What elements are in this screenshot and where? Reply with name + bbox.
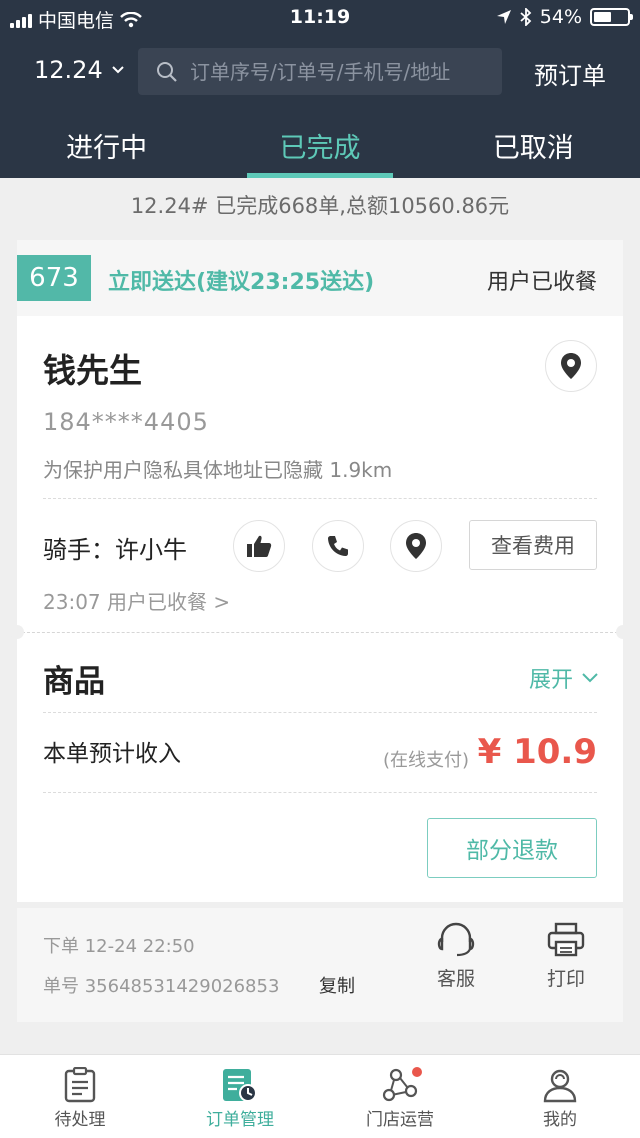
search-box[interactable]: [138, 48, 502, 95]
thumbs-up-icon: [247, 535, 272, 557]
chevron-down-icon: [582, 673, 598, 683]
top-header: 中国电信 11:19 54% 12.24 订单序号/订单号/手机号/地址 预订单…: [0, 0, 640, 178]
copy-button[interactable]: 复制: [319, 972, 355, 998]
rider-call-button[interactable]: [312, 520, 364, 572]
order-tabs: 进行中 已完成 已取消: [0, 110, 640, 178]
search-input[interactable]: [190, 59, 490, 84]
rider-info: 骑手：许小牛: [43, 530, 187, 565]
ticket-notch-right: [616, 625, 630, 639]
partial-refund-button[interactable]: 部分退款: [427, 818, 597, 878]
nav-label-order-management: 订单管理: [206, 1110, 274, 1130]
battery-fill: [594, 12, 612, 22]
order-card-header: 673 立即送达(建议23:25送达) 用户已收餐: [17, 240, 623, 316]
notification-dot: [412, 1067, 422, 1077]
order-id: 单号 35648531429026853: [43, 976, 280, 997]
status-right: 54%: [496, 6, 633, 28]
customer-service-button[interactable]: 客服: [421, 922, 491, 991]
pre-order-button[interactable]: 预订单: [534, 56, 606, 91]
tab-cancelled[interactable]: 已取消: [427, 110, 640, 178]
divider: [43, 792, 597, 793]
tab-in-progress[interactable]: 进行中: [0, 110, 213, 178]
income-label: 本单预计收入: [43, 741, 181, 767]
rider-location-button[interactable]: [390, 520, 442, 572]
location-arrow-icon: [496, 10, 511, 24]
printer-icon: [547, 922, 585, 957]
location-pin-icon: [561, 353, 581, 379]
battery-icon: [590, 8, 633, 26]
profile-icon: [543, 1069, 577, 1103]
expand-label: 展开: [528, 668, 573, 693]
ticket-notch-left: [10, 625, 24, 639]
nav-item-store-operation[interactable]: 门店运营: [320, 1055, 480, 1138]
delivery-time: 立即送达(建议23:25送达): [108, 270, 375, 295]
customer-service-label: 客服: [436, 968, 475, 990]
ticket-divider: [17, 632, 623, 633]
print-label: 打印: [546, 968, 585, 990]
bottom-nav: 待处理 订单管理 门店运营 我的: [0, 1054, 640, 1138]
nav-label-pending: 待处理: [54, 1110, 106, 1130]
customer-name: 钱先生: [43, 351, 142, 390]
order-card-footer: 下单 12-24 22:50 单号 35648531429026853 复制 客…: [17, 908, 623, 1022]
chevron-down-icon: [112, 66, 124, 74]
order-timeline-link[interactable]: 23:07 用户已收餐 >: [43, 586, 230, 615]
customer-location-button[interactable]: [545, 340, 597, 392]
nav-label-store-operation: 门店运营: [366, 1110, 434, 1130]
rider-label: 骑手：: [43, 536, 115, 564]
tab-completed[interactable]: 已完成: [213, 110, 426, 178]
divider: [43, 712, 597, 713]
battery-percent: 54%: [539, 6, 582, 28]
view-fee-button[interactable]: 查看费用: [469, 520, 597, 570]
order-number-badge: 673: [17, 255, 91, 301]
toolbar: 12.24 预订单: [0, 48, 640, 96]
clipboard-icon: [64, 1067, 96, 1103]
status-bar: 中国电信 11:19 54%: [0, 0, 640, 36]
nav-item-pending[interactable]: 待处理: [0, 1055, 160, 1138]
date-selector[interactable]: 12.24: [34, 56, 125, 84]
order-time: 下单 12-24 22:50: [43, 936, 195, 957]
income-amount: ¥ 10.9: [477, 732, 597, 772]
order-manage-icon: [223, 1069, 257, 1102]
expand-goods-button[interactable]: 展开: [529, 662, 599, 694]
nav-item-order-management[interactable]: 订单管理: [160, 1055, 320, 1138]
search-icon: [157, 61, 177, 82]
nav-item-mine[interactable]: 我的: [480, 1055, 640, 1138]
completed-summary: 12.24# 已完成668单,总额10560.86元: [130, 194, 510, 218]
goods-title: 商品: [43, 664, 105, 700]
customer-phone[interactable]: 184****4405: [43, 408, 209, 436]
customer-address: 为保护用户隐私具体地址已隐藏 1.9km: [43, 458, 393, 482]
order-status: 用户已收餐: [486, 270, 597, 295]
phone-icon: [328, 536, 348, 556]
rider-like-button[interactable]: [233, 520, 285, 572]
order-card-body: 钱先生 184****4405 为保护用户隐私具体地址已隐藏 1.9km 骑手：…: [10, 316, 630, 902]
nav-label-mine: 我的: [543, 1110, 577, 1130]
bluetooth-icon: [520, 8, 532, 26]
headset-icon: [437, 922, 475, 957]
location-pin-icon: [406, 533, 426, 559]
date-label: 12.24: [34, 56, 103, 84]
divider: [43, 498, 597, 499]
rider-name: 许小牛: [115, 536, 187, 564]
payment-method: (在线支付): [383, 750, 470, 771]
print-button[interactable]: 打印: [531, 922, 601, 991]
